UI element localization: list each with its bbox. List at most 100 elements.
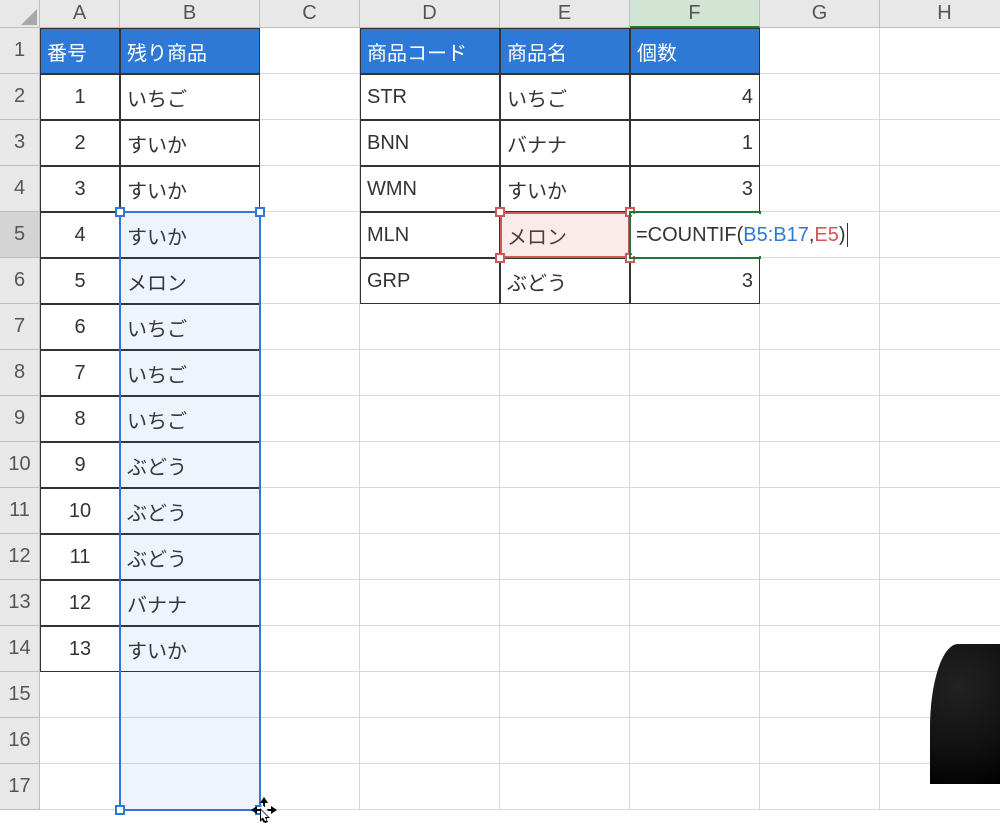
- cell-C11[interactable]: [260, 488, 360, 534]
- row-header-15[interactable]: 15: [0, 672, 40, 718]
- cell-B10[interactable]: ぶどう: [120, 442, 260, 488]
- row-header-6[interactable]: 6: [0, 258, 40, 304]
- col-header-F[interactable]: F: [630, 0, 760, 28]
- cell-D5[interactable]: MLN: [360, 212, 500, 258]
- cell-B3[interactable]: すいか: [120, 120, 260, 166]
- cell-E12[interactable]: [500, 534, 630, 580]
- cell-D11[interactable]: [360, 488, 500, 534]
- cell-G3[interactable]: [760, 120, 880, 166]
- cell-F1[interactable]: 個数: [630, 28, 760, 74]
- cell-H5[interactable]: [880, 212, 1000, 258]
- cell-B12[interactable]: ぶどう: [120, 534, 260, 580]
- cell-G7[interactable]: [760, 304, 880, 350]
- cell-F3[interactable]: 1: [630, 120, 760, 166]
- cell-C1[interactable]: [260, 28, 360, 74]
- cell-G13[interactable]: [760, 580, 880, 626]
- cell-B1[interactable]: 残り商品: [120, 28, 260, 74]
- row-header-5[interactable]: 5: [0, 212, 40, 258]
- cell-C14[interactable]: [260, 626, 360, 672]
- cell-E1[interactable]: 商品名: [500, 28, 630, 74]
- cell-A11[interactable]: 10: [40, 488, 120, 534]
- cell-G4[interactable]: [760, 166, 880, 212]
- reference-handle[interactable]: [495, 253, 505, 263]
- cell-E7[interactable]: [500, 304, 630, 350]
- row-header-11[interactable]: 11: [0, 488, 40, 534]
- cell-D1[interactable]: 商品コード: [360, 28, 500, 74]
- cell-E10[interactable]: [500, 442, 630, 488]
- cell-F10[interactable]: [630, 442, 760, 488]
- cell-G9[interactable]: [760, 396, 880, 442]
- cell-A10[interactable]: 9: [40, 442, 120, 488]
- cell-D4[interactable]: WMN: [360, 166, 500, 212]
- cell-G15[interactable]: [760, 672, 880, 718]
- row-header-9[interactable]: 9: [0, 396, 40, 442]
- row-header-3[interactable]: 3: [0, 120, 40, 166]
- cell-A8[interactable]: 7: [40, 350, 120, 396]
- cell-B7[interactable]: いちご: [120, 304, 260, 350]
- cell-A16[interactable]: [40, 718, 120, 764]
- col-header-G[interactable]: G: [760, 0, 880, 28]
- cell-C6[interactable]: [260, 258, 360, 304]
- cell-H7[interactable]: [880, 304, 1000, 350]
- cell-H6[interactable]: [880, 258, 1000, 304]
- cell-G11[interactable]: [760, 488, 880, 534]
- cell-A17[interactable]: [40, 764, 120, 810]
- cell-E3[interactable]: バナナ: [500, 120, 630, 166]
- cell-A9[interactable]: 8: [40, 396, 120, 442]
- cell-G12[interactable]: [760, 534, 880, 580]
- col-header-E[interactable]: E: [500, 0, 630, 28]
- row-header-7[interactable]: 7: [0, 304, 40, 350]
- row-header-2[interactable]: 2: [0, 74, 40, 120]
- cell-B14[interactable]: すいか: [120, 626, 260, 672]
- cell-F2[interactable]: 4: [630, 74, 760, 120]
- cell-A13[interactable]: 12: [40, 580, 120, 626]
- cell-F16[interactable]: [630, 718, 760, 764]
- cell-H2[interactable]: [880, 74, 1000, 120]
- cell-D2[interactable]: STR: [360, 74, 500, 120]
- cell-C12[interactable]: [260, 534, 360, 580]
- select-all-corner[interactable]: [0, 0, 40, 28]
- cell-E5[interactable]: メロン: [500, 212, 630, 258]
- cell-A4[interactable]: 3: [40, 166, 120, 212]
- cell-G16[interactable]: [760, 718, 880, 764]
- col-header-C[interactable]: C: [260, 0, 360, 28]
- cell-A7[interactable]: 6: [40, 304, 120, 350]
- cell-A1[interactable]: 番号: [40, 28, 120, 74]
- cell-H4[interactable]: [880, 166, 1000, 212]
- cell-A2[interactable]: 1: [40, 74, 120, 120]
- cell-E11[interactable]: [500, 488, 630, 534]
- spreadsheet-grid[interactable]: ABCDEFGH1234567891011121314151617番号残り商品1…: [0, 0, 1000, 824]
- cell-B17[interactable]: [120, 764, 260, 810]
- cell-F17[interactable]: [630, 764, 760, 810]
- cell-C15[interactable]: [260, 672, 360, 718]
- cell-B11[interactable]: ぶどう: [120, 488, 260, 534]
- cell-H1[interactable]: [880, 28, 1000, 74]
- cell-E16[interactable]: [500, 718, 630, 764]
- cell-B4[interactable]: すいか: [120, 166, 260, 212]
- cell-F7[interactable]: [630, 304, 760, 350]
- cell-C13[interactable]: [260, 580, 360, 626]
- cell-C16[interactable]: [260, 718, 360, 764]
- cell-E13[interactable]: [500, 580, 630, 626]
- cell-F11[interactable]: [630, 488, 760, 534]
- cell-D17[interactable]: [360, 764, 500, 810]
- cell-F4[interactable]: 3: [630, 166, 760, 212]
- cell-E2[interactable]: いちご: [500, 74, 630, 120]
- cell-D3[interactable]: BNN: [360, 120, 500, 166]
- cell-G1[interactable]: [760, 28, 880, 74]
- cell-E17[interactable]: [500, 764, 630, 810]
- cell-H8[interactable]: [880, 350, 1000, 396]
- cell-E8[interactable]: [500, 350, 630, 396]
- cell-H11[interactable]: [880, 488, 1000, 534]
- cell-F6[interactable]: 3: [630, 258, 760, 304]
- cell-B8[interactable]: いちご: [120, 350, 260, 396]
- cell-G6[interactable]: [760, 258, 880, 304]
- cell-D13[interactable]: [360, 580, 500, 626]
- cell-B15[interactable]: [120, 672, 260, 718]
- cell-D15[interactable]: [360, 672, 500, 718]
- cell-D16[interactable]: [360, 718, 500, 764]
- cell-H12[interactable]: [880, 534, 1000, 580]
- formula-input-f5[interactable]: =COUNTIF(B5:B17,E5): [632, 214, 852, 256]
- cell-F14[interactable]: [630, 626, 760, 672]
- cell-B6[interactable]: メロン: [120, 258, 260, 304]
